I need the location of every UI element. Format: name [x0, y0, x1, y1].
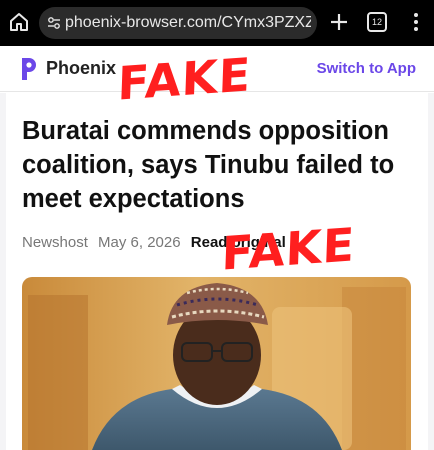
browser-toolbar: phoenix-browser.com/CYmx3PZXZQM 12	[0, 0, 434, 46]
article-title: Buratai commends opposition coalition, s…	[22, 117, 395, 213]
article-meta: Newshost May 6, 2026 Read original	[22, 234, 292, 251]
app-header: Phoenix Switch to App	[0, 46, 434, 92]
read-original-link[interactable]: Read original	[191, 234, 286, 251]
brand-name[interactable]: Phoenix	[46, 58, 116, 79]
plus-icon[interactable]	[328, 11, 350, 33]
article-source[interactable]: Newshost	[22, 234, 88, 251]
article-hero-image	[22, 277, 411, 450]
kebab-menu-icon[interactable]	[405, 11, 427, 33]
phoenix-logo-icon[interactable]	[22, 58, 36, 80]
tab-switcher-icon[interactable]: 12	[367, 12, 387, 32]
url-text[interactable]: phoenix-browser.com/CYmx3PZXZQM	[65, 14, 311, 32]
site-settings-icon[interactable]	[47, 16, 61, 30]
switch-to-app-link[interactable]: Switch to App	[317, 60, 416, 77]
tab-count: 12	[371, 17, 382, 27]
home-icon[interactable]	[7, 10, 31, 34]
address-bar[interactable]: phoenix-browser.com/CYmx3PZXZQM	[39, 7, 317, 39]
article-date: May 6, 2026	[98, 234, 181, 251]
